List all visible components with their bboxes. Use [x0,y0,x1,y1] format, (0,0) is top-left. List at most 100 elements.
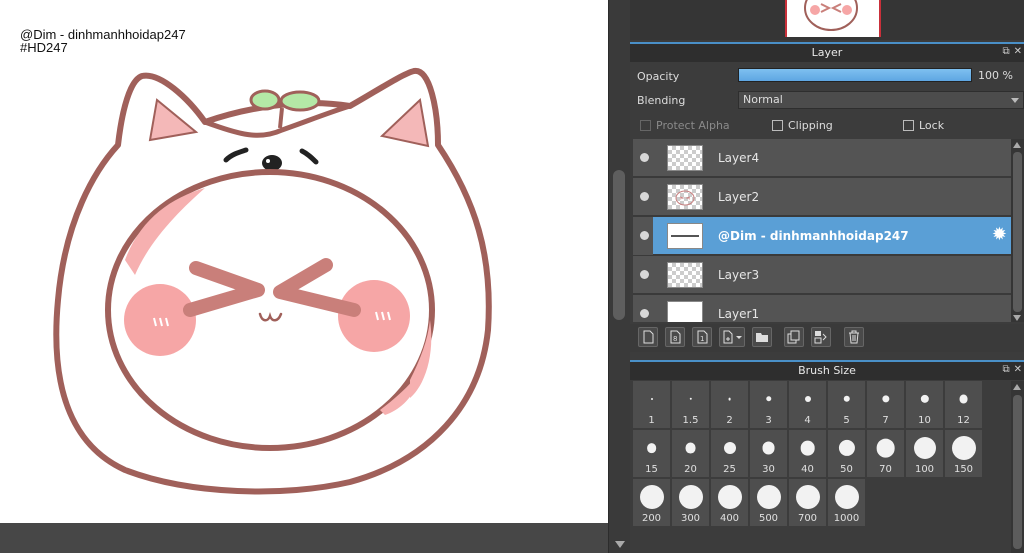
visibility-eye-icon[interactable] [640,231,649,240]
brush-dot-icon [834,485,859,509]
new-8bit-layer-icon: 8 [670,330,681,344]
svg-text:8: 8 [673,335,677,343]
brush-dot-icon [920,394,929,404]
brush-size-option[interactable]: 1.5 [672,381,709,428]
brush-size-option[interactable]: 12 [945,381,982,428]
layer-thumbnail [667,301,703,322]
layer-panel-title: Layer [811,46,843,59]
brush-size-option[interactable]: 25 [711,430,748,477]
brush-size-option[interactable]: 4 [789,381,826,428]
brush-size-option[interactable]: 7 [867,381,904,428]
layer-row[interactable]: Layer2 [633,178,1011,216]
brush-dot-icon [795,485,820,509]
brush-scroll-thumb[interactable] [1013,395,1022,549]
brush-size-option[interactable]: 10 [906,381,943,428]
navigator-panel[interactable] [630,0,1024,40]
visibility-eye-icon[interactable] [640,153,649,162]
brush-size-option[interactable]: 700 [789,479,826,526]
brush-size-option[interactable]: 3 [750,381,787,428]
brush-dot-icon [913,437,936,459]
layer-thumbnail [667,184,703,210]
layer-row[interactable]: Layer4 [633,139,1011,177]
brush-size-option[interactable]: 2 [711,381,748,428]
brush-size-label: 1000 [833,513,860,524]
navigator-thumbnail[interactable] [785,0,881,37]
brush-size-option[interactable]: 30 [750,430,787,477]
canvas-paper[interactable]: @Dim - dinhmanhhoidap247 #HD247 [0,0,608,523]
brush-size-label: 1.5 [682,415,699,426]
brush-dot-icon [843,395,850,403]
brush-size-option[interactable]: 5 [828,381,865,428]
brush-size-option[interactable]: 200 [633,479,670,526]
blending-select[interactable]: Normal [738,91,1024,109]
opacity-slider[interactable] [738,68,972,82]
new-layer-icon [643,330,654,344]
layer-row[interactable]: Layer3 [633,256,1011,294]
canvas-vertical-scrollbar[interactable] [608,0,630,553]
undock-icon[interactable]: ⧉ [1002,46,1009,58]
merge-down-button[interactable] [811,327,831,347]
new-8bit-layer-button[interactable]: 8 [665,327,685,347]
layer-list-scrollbar[interactable] [1011,139,1024,322]
new-layer-button[interactable] [638,327,658,347]
undock-icon[interactable]: ⧉ [1002,364,1009,376]
layer-scroll-thumb[interactable] [1013,152,1022,312]
brush-size-option[interactable]: 70 [867,430,904,477]
brush-dot-icon [881,395,890,403]
sprout-leaf-right [279,90,321,112]
delete-layer-button[interactable] [844,327,864,347]
duplicate-layer-button[interactable] [784,327,804,347]
new-1bit-layer-button[interactable]: 1 [692,327,712,347]
layer-panel-header: Layer ⧉ ✕ [630,42,1024,62]
new-folder-button[interactable] [752,327,772,347]
brush-size-option[interactable]: 300 [672,479,709,526]
scroll-up-arrow-icon[interactable] [1013,384,1021,390]
brush-size-option[interactable]: 500 [750,479,787,526]
brush-size-option[interactable]: 400 [711,479,748,526]
duplicate-layer-icon [787,330,800,344]
brush-dot-icon [804,396,811,402]
new-1bit-layer-icon: 1 [697,330,708,344]
close-icon[interactable]: ✕ [1014,364,1022,376]
opacity-value: 100 % [978,69,1013,82]
brush-size-label: 20 [684,464,697,475]
brush-size-option[interactable]: 150 [945,430,982,477]
right-panel: Layer ⧉ ✕ Opacity 100 % Blending Normal P… [630,0,1024,553]
brush-size-label: 400 [719,513,740,524]
protect-alpha-checkbox[interactable]: Protect Alpha [640,119,730,133]
clipping-label: Clipping [788,119,833,132]
canvas-scroll-thumb[interactable] [613,170,625,320]
layer-row[interactable]: Layer1 [633,295,1011,322]
add-layer-menu-button[interactable] [719,327,745,347]
layer-name: Layer2 [718,190,760,204]
layer-name: Layer4 [718,151,760,165]
brush-size-option[interactable]: 1000 [828,479,865,526]
visibility-eye-icon[interactable] [640,270,649,279]
brush-size-option[interactable]: 50 [828,430,865,477]
visibility-eye-icon[interactable] [640,192,649,201]
brush-size-scrollbar[interactable] [1011,381,1024,553]
lock-checkbox[interactable]: Lock [903,119,944,133]
close-icon[interactable]: ✕ [1014,46,1022,58]
layer-row-selected[interactable]: @Dim - dinhmanhhoidap247 ✹ [633,217,1011,255]
brush-dot-icon [717,485,742,509]
visibility-eye-icon[interactable] [640,309,649,318]
gear-icon[interactable]: ✹ [992,226,1007,244]
scroll-down-arrow-icon[interactable] [615,541,625,548]
brush-dot-icon [723,442,736,454]
scroll-up-arrow-icon[interactable] [1013,142,1021,148]
brush-size-panel-header: Brush Size ⧉ ✕ [630,360,1024,380]
canvas-area[interactable]: @Dim - dinhmanhhoidap247 #HD247 [0,0,608,553]
layer-list[interactable]: Layer4 Layer2 @Dim - dinhmanhhoidap247 ✹… [633,139,1011,322]
brush-size-option[interactable]: 15 [633,430,670,477]
brush-size-option[interactable]: 1 [633,381,670,428]
clipping-checkbox[interactable]: Clipping [772,119,833,133]
hood-top [204,103,351,138]
brush-size-option[interactable]: 40 [789,430,826,477]
chevron-down-icon [1011,98,1019,103]
lock-label: Lock [919,119,945,132]
checkbox-icon [903,120,914,131]
brush-size-option[interactable]: 100 [906,430,943,477]
scroll-down-arrow-icon[interactable] [1013,315,1021,321]
brush-size-option[interactable]: 20 [672,430,709,477]
